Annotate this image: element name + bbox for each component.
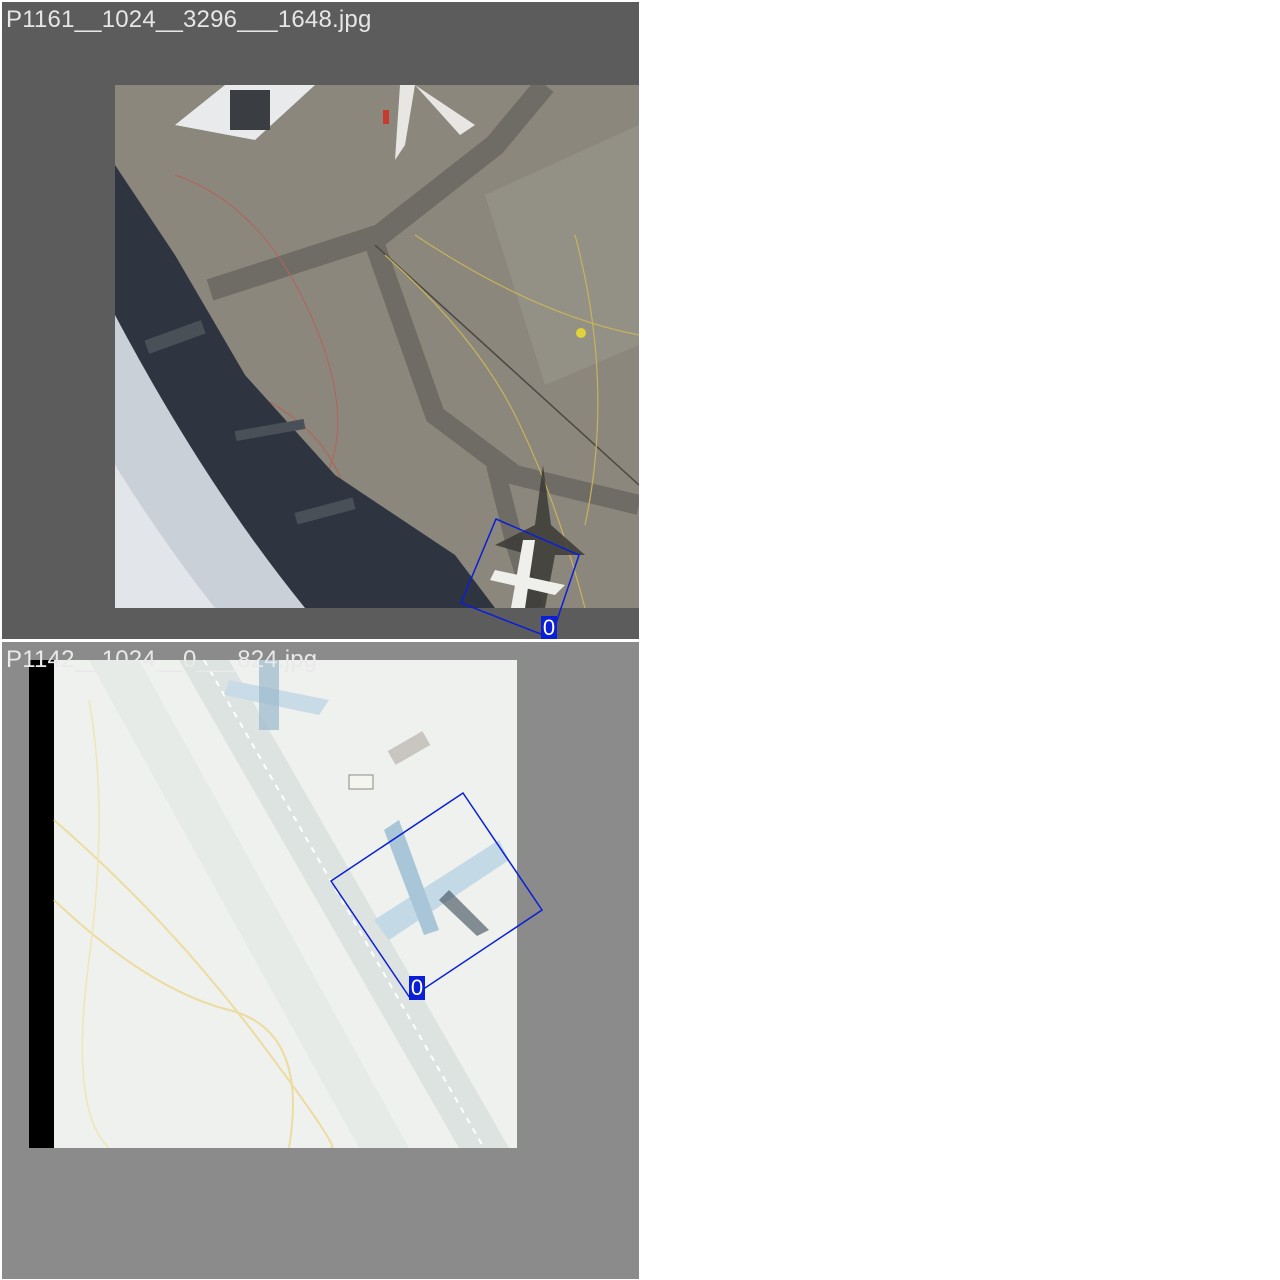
- aerial-scene-2: [29, 660, 517, 1148]
- mosaic-tile-2: 0 P1142__1024__0___824.jpg: [2, 642, 639, 1279]
- aerial-image-runway-apron: [29, 660, 517, 1148]
- mosaic-tile-1: 0 P1161__1024__3296___1648.jpg: [2, 2, 639, 639]
- detection-class-label: 0: [541, 615, 557, 639]
- image-filename-label: P1161__1024__3296___1648.jpg: [6, 6, 372, 33]
- aerial-scene-1: [115, 85, 639, 608]
- detection-class-label: 0: [409, 975, 425, 1000]
- image-filename-label: P1142__1024__0___824.jpg: [6, 646, 318, 673]
- aerial-image-apron-terminal: [115, 85, 639, 608]
